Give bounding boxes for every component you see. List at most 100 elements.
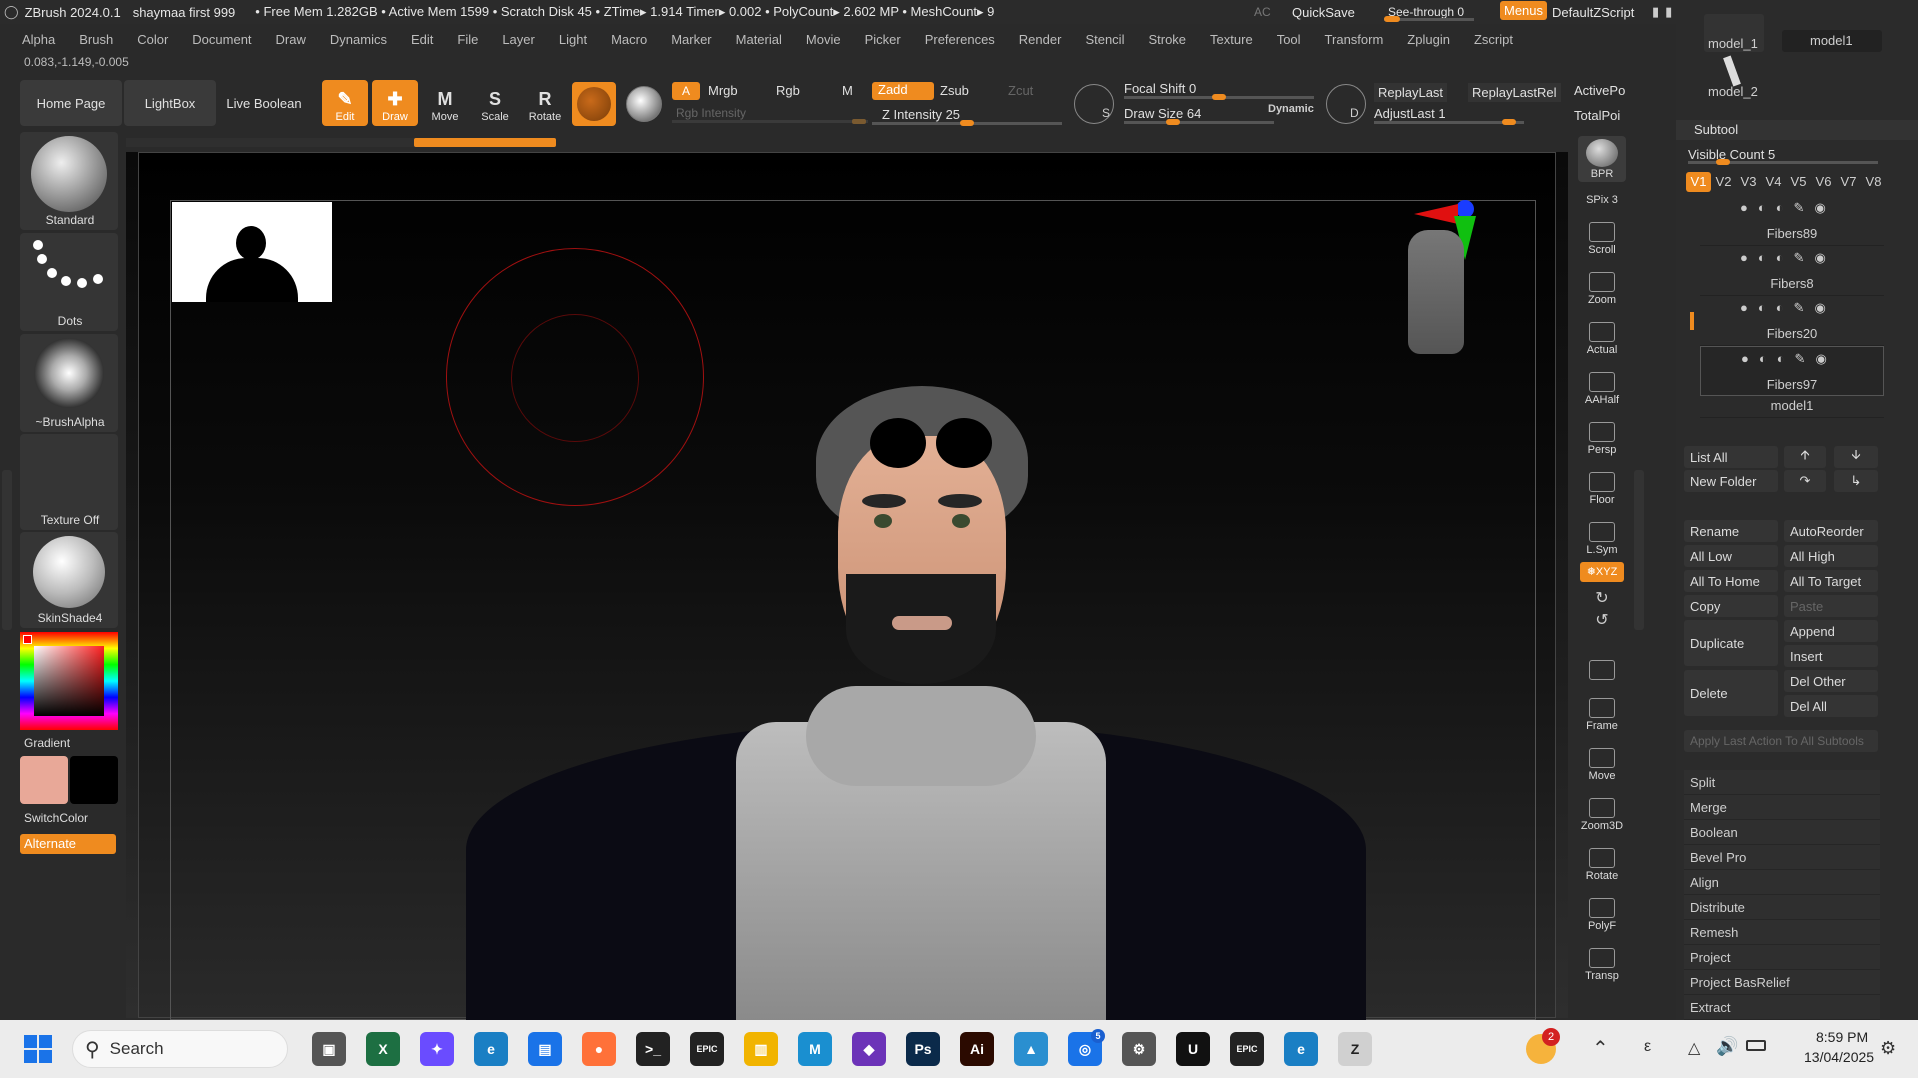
duplicate-button[interactable]: Duplicate <box>1684 620 1778 666</box>
floor-button[interactable]: Floor <box>1578 462 1626 508</box>
replay-last-rel-button[interactable]: ReplayLastRel <box>1468 83 1561 102</box>
replay-icon[interactable] <box>1326 84 1366 124</box>
menu-item-zscript[interactable]: Zscript <box>1474 32 1513 47</box>
terminal-icon[interactable]: >_ <box>636 1032 670 1066</box>
menu-item-document[interactable]: Document <box>192 32 251 47</box>
tool-move-button[interactable]: M Move <box>422 80 468 126</box>
brush-button[interactable]: Standard <box>20 132 118 230</box>
new-folder-button[interactable]: New Folder <box>1684 470 1778 492</box>
version-tab-v7[interactable]: V7 <box>1836 172 1861 192</box>
section-remesh[interactable]: Remesh <box>1684 920 1880 945</box>
move-button[interactable]: Move <box>1578 738 1626 784</box>
a-toggle[interactable]: A <box>672 82 700 100</box>
rgb-intensity-slider[interactable]: Rgb Intensity <box>676 106 746 120</box>
spix-button[interactable]: SPix 3 <box>1578 186 1626 208</box>
visible-count-slider[interactable]: Visible Count 5 <box>1688 147 1775 162</box>
move-up-icon[interactable]: 🡩 <box>1784 446 1826 468</box>
folder-up-icon[interactable]: ↷ <box>1784 470 1826 492</box>
zsub-button[interactable]: Zsub <box>940 83 969 98</box>
paste-button[interactable]: Paste <box>1784 595 1878 617</box>
character-model[interactable] <box>466 362 1366 1042</box>
apply-last-action-button[interactable]: Apply Last Action To All Subtools <box>1684 730 1878 752</box>
menu-item-dynamics[interactable]: Dynamics <box>330 32 387 47</box>
windows-start-icon[interactable] <box>24 1035 52 1063</box>
subtool-toggle-icons[interactable]: ●◐◐✎◉ <box>1740 300 1836 316</box>
default-zscript-button[interactable]: DefaultZScript <box>1552 5 1634 20</box>
subtool-item[interactable]: ●◐◐✎◉ Fibers20 <box>1700 296 1884 346</box>
chrome-icon[interactable]: ◎ 5 <box>1068 1029 1105 1066</box>
zcut-button[interactable]: Zcut <box>1008 83 1033 98</box>
version-tab-v1[interactable]: V1 <box>1686 172 1711 192</box>
zbrush-icon[interactable]: Z <box>1338 1032 1372 1066</box>
settings-icon[interactable]: ⚙ <box>1122 1032 1156 1066</box>
clock-time[interactable]: 8:59 PM <box>1816 1029 1868 1045</box>
section-distribute[interactable]: Distribute <box>1684 895 1880 920</box>
z-intensity-slider[interactable]: Z Intensity 25 <box>882 107 960 122</box>
tool-scale-button[interactable]: S Scale <box>472 80 518 126</box>
home-page-button[interactable]: Home Page <box>20 80 122 126</box>
edge-2-icon[interactable]: e <box>1284 1032 1318 1066</box>
tool-edit-button[interactable]: ✎ Edit <box>322 80 368 126</box>
copy-button[interactable]: Copy <box>1684 595 1778 617</box>
focal-shift-slider[interactable]: Focal Shift 0 <box>1124 81 1196 96</box>
autoreorder-button[interactable]: AutoReorder <box>1784 520 1878 542</box>
alpha-button[interactable]: ~BrushAlpha <box>20 334 118 432</box>
taskbar-search[interactable]: ⚲ Search <box>72 1030 288 1068</box>
aahalf-button[interactable]: AAHalf <box>1578 362 1626 408</box>
menu-item-picker[interactable]: Picker <box>865 32 901 47</box>
menu-item-macro[interactable]: Macro <box>611 32 647 47</box>
section-align[interactable]: Align <box>1684 870 1880 895</box>
menu-item-stencil[interactable]: Stencil <box>1085 32 1124 47</box>
visual-studio-icon[interactable]: ◆ <box>852 1032 886 1066</box>
unreal-icon[interactable]: U <box>1176 1032 1210 1066</box>
mrgb-button[interactable]: Mrgb <box>708 83 738 98</box>
quicksave-button[interactable]: QuickSave <box>1292 5 1355 20</box>
menu-item-alpha[interactable]: Alpha <box>22 32 55 47</box>
texture-button[interactable]: Texture Off <box>20 434 118 530</box>
subtool-toggle-icons[interactable]: ●◐◐✎◉ <box>1740 250 1836 266</box>
subtool-toggle-icons[interactable]: ●◐◐✎◉ <box>1741 351 1837 367</box>
menu-item-texture[interactable]: Texture <box>1210 32 1253 47</box>
section-boolean[interactable]: Boolean <box>1684 820 1880 845</box>
edge-icon[interactable]: e <box>474 1032 508 1066</box>
dynamic-toggle[interactable]: Dynamic <box>1268 103 1314 115</box>
illustrator-icon[interactable]: Ai <box>960 1032 994 1066</box>
menus-button[interactable]: Menus <box>1500 1 1548 20</box>
live-boolean-button[interactable]: Live Boolean <box>218 80 310 126</box>
stroke-button[interactable]: Dots <box>20 233 118 331</box>
battery-icon[interactable] <box>1746 1040 1766 1051</box>
canvas-viewport[interactable] <box>126 152 1568 1042</box>
rename-button[interactable]: Rename <box>1684 520 1778 542</box>
clock-date[interactable]: 13/04/2025 <box>1804 1049 1874 1065</box>
zadd-button[interactable]: Zadd <box>872 82 934 100</box>
version-tab-v8[interactable]: V8 <box>1861 172 1886 192</box>
section-project[interactable]: Project <box>1684 945 1880 970</box>
polyf-button[interactable]: PolyF <box>1578 888 1626 934</box>
zoom-button[interactable]: Zoom <box>1578 262 1626 308</box>
menu-item-material[interactable]: Material <box>736 32 782 47</box>
transp-button[interactable]: Transp <box>1578 938 1626 984</box>
notification-bell-icon[interactable]: ⚙ <box>1880 1038 1896 1059</box>
subtool-item[interactable]: model1 <box>1700 396 1884 418</box>
menu-item-movie[interactable]: Movie <box>806 32 841 47</box>
photoshop-icon[interactable]: Ps <box>906 1032 940 1066</box>
menu-item-layer[interactable]: Layer <box>502 32 535 47</box>
secondary-color-swatch[interactable] <box>70 756 118 804</box>
folder-icon[interactable]: ▥ <box>744 1032 778 1066</box>
subtool-toggle-icons[interactable]: ●◐◐✎◉ <box>1740 200 1836 216</box>
subtool-header[interactable]: Subtool <box>1676 120 1918 140</box>
menu-item-transform[interactable]: Transform <box>1325 32 1384 47</box>
color-picker[interactable] <box>20 632 118 730</box>
subtool-item[interactable]: ●◐◐✎◉ Fibers97 <box>1700 346 1884 396</box>
adjust-last-slider[interactable]: AdjustLast 1 <box>1374 106 1446 121</box>
menu-item-draw[interactable]: Draw <box>276 32 306 47</box>
photos-icon[interactable]: ▲ <box>1014 1032 1048 1066</box>
subtool-thumb-model1[interactable]: model1 <box>1782 30 1882 52</box>
lock-button[interactable] <box>1578 638 1626 684</box>
all-high-button[interactable]: All High <box>1784 545 1878 567</box>
replay-last-button[interactable]: ReplayLast <box>1374 83 1448 102</box>
network-icon[interactable]: △ <box>1688 1038 1700 1058</box>
subtool-item[interactable]: ●◐◐✎◉ Fibers89 <box>1700 196 1884 246</box>
section-merge[interactable]: Merge <box>1684 795 1880 820</box>
persp-button[interactable]: Persp <box>1578 412 1626 458</box>
